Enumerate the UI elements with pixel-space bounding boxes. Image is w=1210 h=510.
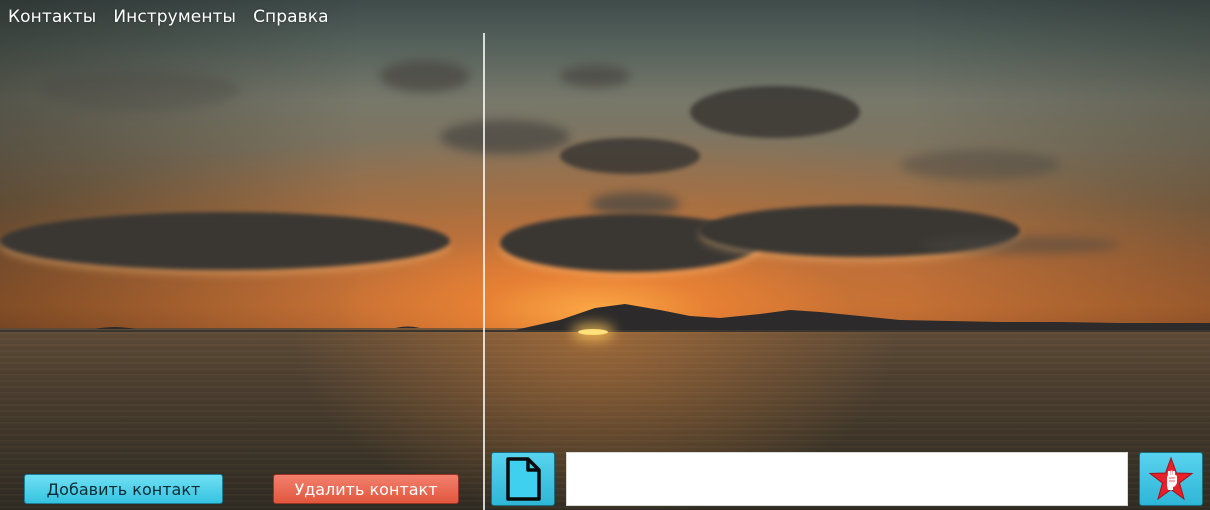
cloud — [560, 138, 700, 174]
pane-splitter[interactable] — [483, 33, 485, 510]
menu-bar: Контакты Инструменты Справка — [0, 0, 346, 34]
sun — [578, 329, 608, 335]
file-icon — [506, 457, 541, 501]
cloud — [920, 236, 1120, 254]
cloud-band-left — [0, 212, 450, 270]
delete-contact-button[interactable]: Удалить контакт — [273, 474, 459, 504]
cloud — [900, 150, 1060, 180]
menu-help[interactable]: Справка — [253, 7, 329, 27]
cloud — [690, 86, 860, 138]
cloud — [590, 192, 680, 216]
app-window: Контакты Инструменты Справка Добавить ко… — [0, 0, 1210, 510]
cloud — [40, 70, 240, 110]
menu-contacts[interactable]: Контакты — [8, 7, 96, 27]
attach-file-button[interactable] — [491, 452, 555, 506]
cloud — [380, 60, 470, 92]
mountains-silhouette — [0, 304, 1210, 332]
menu-tools[interactable]: Инструменты — [113, 7, 236, 27]
cloud — [560, 65, 630, 87]
cloud — [440, 120, 570, 154]
send-button[interactable] — [1139, 452, 1203, 506]
message-input[interactable] — [566, 452, 1128, 506]
add-contact-button[interactable]: Добавить контакт — [24, 474, 223, 504]
red-star-fist-icon — [1148, 456, 1194, 501]
background-image — [0, 0, 1210, 510]
